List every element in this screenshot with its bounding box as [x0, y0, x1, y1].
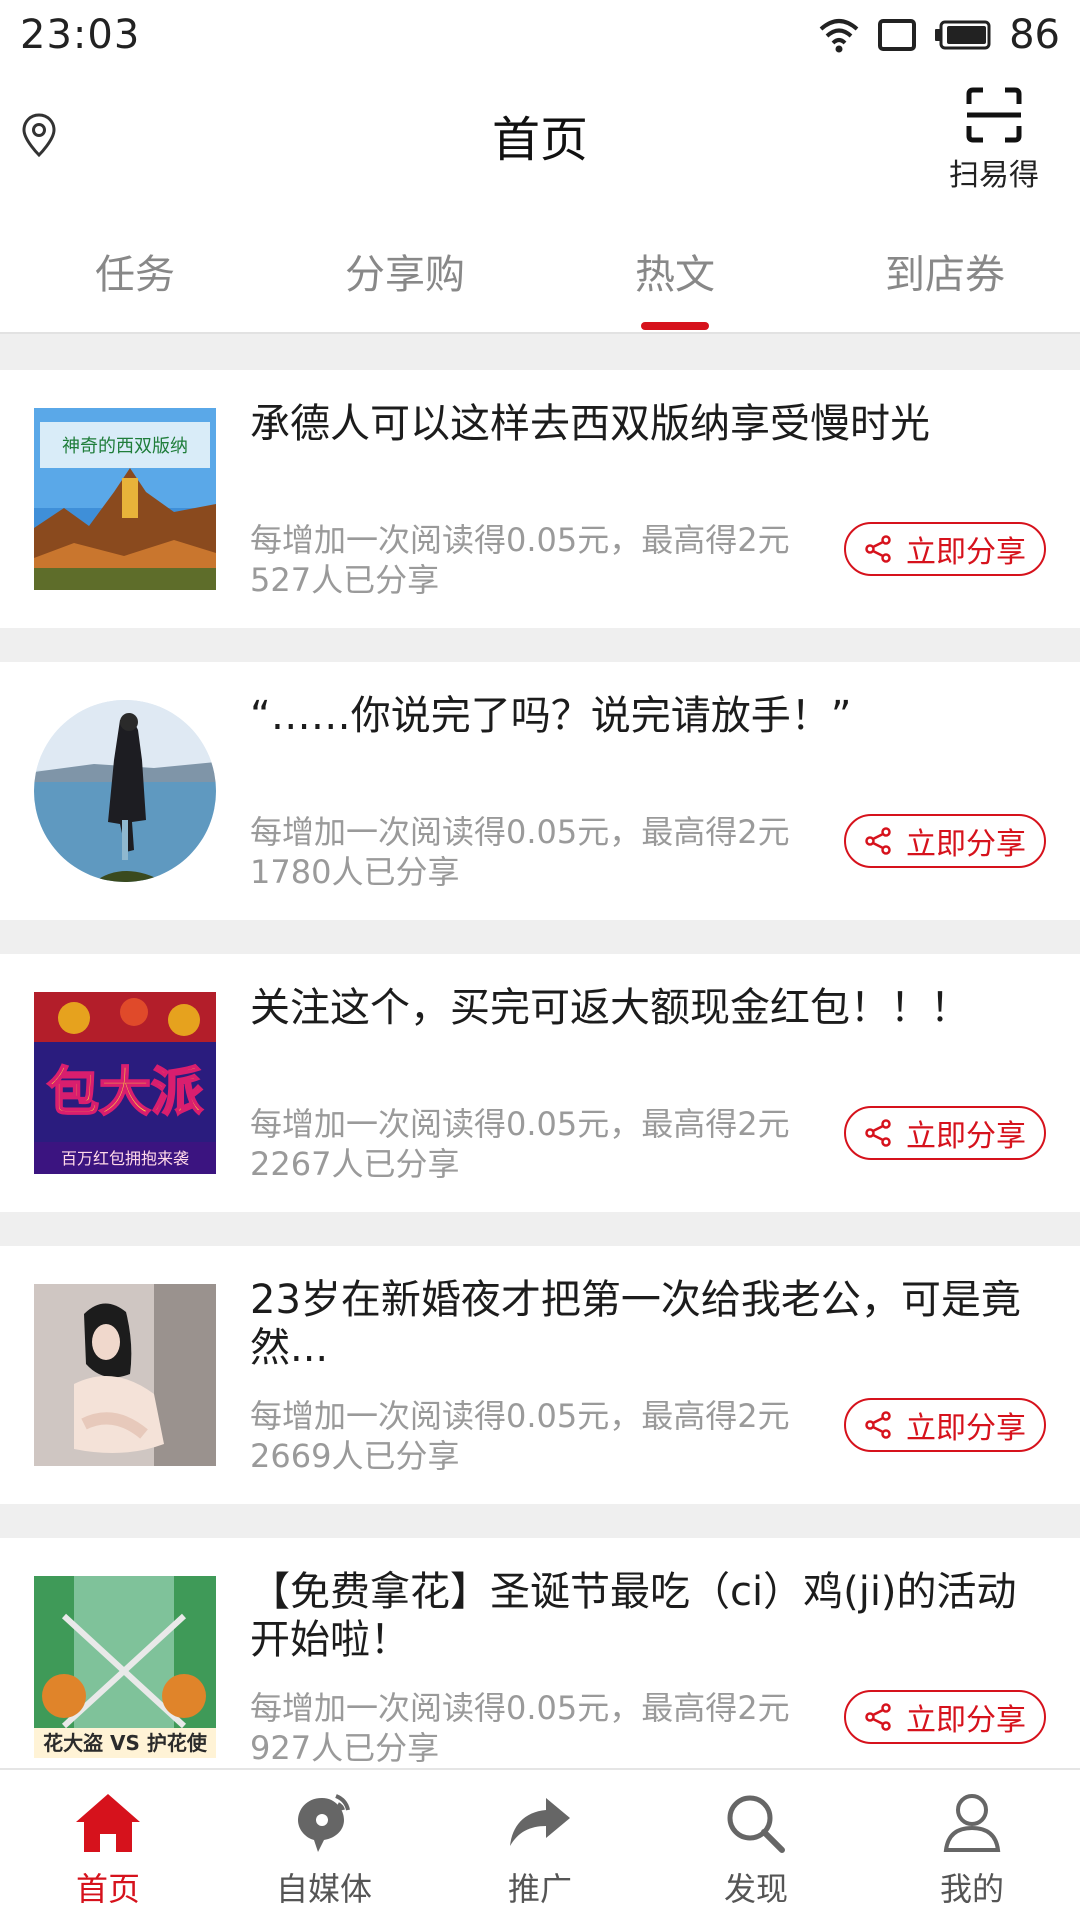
media-icon — [298, 1794, 350, 1852]
scan-button[interactable]: 扫易得 — [938, 86, 1050, 194]
article-title[interactable]: 23岁在新婚夜才把第一次给我老公，可是竟然... — [250, 1276, 1040, 1372]
battery-icon — [935, 20, 991, 50]
nav-media[interactable]: 自媒体 — [216, 1770, 432, 1920]
article-share-count: 927人已分享 — [250, 1729, 440, 1767]
article-meta: 每增加一次阅读得0.05元，最高得2元 2669人已分享 — [250, 1396, 810, 1476]
nav-mine-label: 我的 — [939, 1870, 1004, 1908]
article-title[interactable]: 关注这个，买完可返大额现金红包！！！ — [250, 984, 1040, 1032]
share-now-button[interactable]: 立即分享 — [844, 522, 1046, 576]
article-thumbnail — [34, 700, 216, 882]
page-title: 首页 — [491, 112, 588, 168]
article-share-count: 2669人已分享 — [250, 1437, 460, 1475]
article-meta: 每增加一次阅读得0.05元，最高得2元 2267人已分享 — [250, 1104, 810, 1184]
article-share-count: 1780人已分享 — [250, 853, 460, 891]
article-card[interactable]: “……你说完了吗？说完请放手！” 每增加一次阅读得0.05元，最高得2元 178… — [0, 662, 1080, 920]
share-arrow-icon — [510, 1798, 570, 1846]
article-meta: 每增加一次阅读得0.05元，最高得2元 1780人已分享 — [250, 812, 810, 892]
nav-mine[interactable]: 我的 — [864, 1770, 1080, 1920]
home-icon — [76, 1794, 140, 1852]
tab-share-buy[interactable]: 分享购 — [270, 200, 540, 332]
share-icon — [865, 535, 891, 563]
share-now-button[interactable]: 立即分享 — [844, 1106, 1046, 1160]
article-reward: 每增加一次阅读得0.05元，最高得2元 — [250, 1105, 790, 1143]
nav-home[interactable]: 首页 — [0, 1770, 216, 1920]
article-thumbnail: 包大派 百万红包拥抱来袭 — [34, 992, 216, 1174]
article-reward: 每增加一次阅读得0.05元，最高得2元 — [250, 1689, 790, 1727]
status-bar: 23:03 86 — [0, 0, 1080, 70]
thumb-caption: 包大派 — [47, 1063, 203, 1123]
bottom-nav: 首页 自媒体 推广 发现 我的 — [0, 1768, 1080, 1920]
status-time: 23:03 — [20, 12, 141, 58]
article-meta: 每增加一次阅读得0.05元，最高得2元 527人已分享 — [250, 520, 810, 600]
scan-label: 扫易得 — [949, 158, 1039, 193]
article-thumbnail: 神奇的西双版纳 — [34, 408, 216, 590]
share-now-button[interactable]: 立即分享 — [844, 814, 1046, 868]
article-title[interactable]: “……你说完了吗？说完请放手！” — [250, 692, 1040, 740]
article-title[interactable]: 【免费拿花】圣诞节最吃（ci）鸡(ji)的活动开始啦！ — [250, 1568, 1040, 1664]
nav-promote-label: 推广 — [507, 1870, 572, 1908]
share-icon — [865, 1703, 891, 1731]
share-now-label: 立即分享 — [906, 827, 1026, 862]
article-card[interactable]: 神奇的西双版纳 承德人可以这样去西双版纳享受慢时光 每增加一次阅读得0.05元，… — [0, 370, 1080, 628]
tab-store-coupons[interactable]: 到店券 — [810, 200, 1080, 332]
search-icon — [727, 1795, 785, 1853]
article-share-count: 2267人已分享 — [250, 1145, 460, 1183]
article-meta: 每增加一次阅读得0.05元，最高得2元 927人已分享 — [250, 1688, 810, 1768]
user-icon — [943, 1794, 1001, 1852]
tab-tasks[interactable]: 任务 — [0, 200, 270, 332]
nav-home-label: 首页 — [75, 1870, 140, 1908]
share-now-label: 立即分享 — [906, 1119, 1026, 1154]
nav-discover-label: 发现 — [723, 1870, 788, 1908]
article-share-count: 527人已分享 — [250, 561, 440, 599]
thumb-caption: 百万红包拥抱来袭 — [61, 1149, 189, 1168]
article-reward: 每增加一次阅读得0.05元，最高得2元 — [250, 521, 790, 559]
battery-level: 86 — [1009, 12, 1060, 58]
scan-icon — [966, 87, 1022, 143]
share-icon — [865, 827, 891, 855]
tab-hot-articles[interactable]: 热文 — [540, 200, 810, 332]
wifi-icon — [819, 19, 859, 53]
tab-bar: 任务 分享购 热文 到店券 — [0, 200, 1080, 334]
app-header: 首页 扫易得 — [0, 70, 1080, 200]
article-card[interactable]: 23岁在新婚夜才把第一次给我老公，可是竟然... 每增加一次阅读得0.05元，最… — [0, 1246, 1080, 1504]
nav-media-label: 自媒体 — [275, 1870, 372, 1908]
share-now-button[interactable]: 立即分享 — [844, 1398, 1046, 1452]
nav-promote[interactable]: 推广 — [432, 1770, 648, 1920]
article-reward: 每增加一次阅读得0.05元，最高得2元 — [250, 813, 790, 851]
share-icon — [865, 1119, 891, 1147]
nav-discover[interactable]: 发现 — [648, 1770, 864, 1920]
share-now-label: 立即分享 — [906, 1703, 1026, 1738]
sim-card-icon — [878, 19, 917, 51]
share-now-button[interactable]: 立即分享 — [844, 1690, 1046, 1744]
article-thumbnail: 花大盗 VS 护花使 — [34, 1576, 216, 1758]
article-title[interactable]: 承德人可以这样去西双版纳享受慢时光 — [250, 400, 1040, 448]
status-icons: 86 — [819, 12, 1060, 58]
thumb-caption: 神奇的西双版纳 — [62, 436, 188, 457]
share-now-label: 立即分享 — [906, 535, 1026, 570]
share-icon — [865, 1411, 891, 1439]
share-now-label: 立即分享 — [906, 1411, 1026, 1446]
article-card[interactable]: 包大派 百万红包拥抱来袭 关注这个，买完可返大额现金红包！！！ 每增加一次阅读得… — [0, 954, 1080, 1212]
article-thumbnail — [34, 1284, 216, 1466]
thumb-caption: 花大盗 VS 护花使 — [43, 1731, 208, 1755]
article-card[interactable]: 花大盗 VS 护花使 【免费拿花】圣诞节最吃（ci）鸡(ji)的活动开始啦！ 每… — [0, 1538, 1080, 1768]
article-reward: 每增加一次阅读得0.05元，最高得2元 — [250, 1397, 790, 1435]
article-feed[interactable]: 神奇的西双版纳 承德人可以这样去西双版纳享受慢时光 每增加一次阅读得0.05元，… — [0, 334, 1080, 1768]
